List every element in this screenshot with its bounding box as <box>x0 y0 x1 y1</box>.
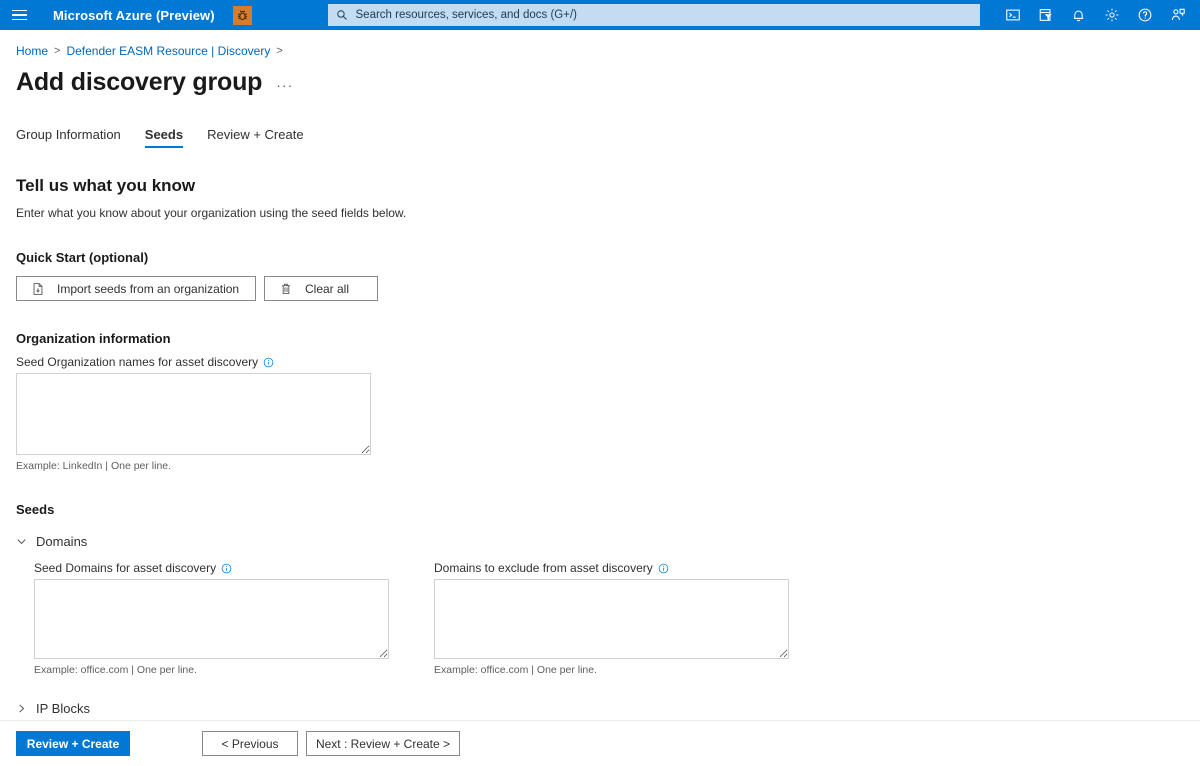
import-document-icon <box>31 282 45 296</box>
seed-organization-label: Seed Organization names for asset discov… <box>16 355 259 369</box>
seed-organization-hint: Example: LinkedIn | One per line. <box>16 460 172 472</box>
feedback-person-icon[interactable] <box>1161 0 1194 30</box>
previous-button[interactable]: < Previous <box>202 731 298 756</box>
import-seeds-label: Import seeds from an organization <box>57 281 240 296</box>
seed-domains-hint: Example: office.com | One per line. <box>34 664 198 676</box>
tab-group-information[interactable]: Group Information <box>16 127 121 148</box>
breadcrumb-item-home[interactable]: Home <box>16 44 48 58</box>
seed-domains-label: Seed Domains for asset discovery <box>34 561 217 575</box>
search-input[interactable] <box>353 8 974 22</box>
bug-icon[interactable] <box>232 5 252 25</box>
azure-top-bar: Microsoft Azure (Preview) <box>0 0 1200 30</box>
info-icon[interactable] <box>221 563 232 574</box>
exclude-domains-label-row: Domains to exclude from asset discovery <box>434 561 789 575</box>
settings-gear-icon[interactable] <box>1095 0 1128 30</box>
organization-information-heading: Organization information <box>16 331 171 346</box>
chevron-down-icon <box>16 536 27 547</box>
review-create-button[interactable]: Review + Create <box>16 731 130 756</box>
main-content: Tell us what you know Enter what you kno… <box>16 176 1184 752</box>
domains-fields-row: Seed Domains for asset discovery Example… <box>34 561 1184 676</box>
seed-domains-textarea[interactable] <box>34 579 389 659</box>
seed-domains-field: Seed Domains for asset discovery Example… <box>34 561 389 676</box>
tab-bar: Group Information Seeds Review + Create <box>16 122 1184 148</box>
accordion-domains-label: Domains <box>36 533 88 549</box>
breadcrumb-separator-trailing: > <box>276 45 283 57</box>
search-icon <box>334 9 350 21</box>
section-heading: Tell us what you know <box>16 176 196 195</box>
accordion-ip-blocks[interactable]: IP Blocks <box>16 698 1184 718</box>
tab-seeds[interactable]: Seeds <box>144 127 184 148</box>
exclude-domains-textarea[interactable] <box>434 579 789 659</box>
next-button[interactable]: Next : Review + Create > <box>306 731 460 756</box>
exclude-domains-label: Domains to exclude from asset discovery <box>434 561 653 575</box>
seeds-heading: Seeds <box>16 502 55 517</box>
import-seeds-button[interactable]: Import seeds from an organization <box>16 276 256 301</box>
help-question-icon[interactable] <box>1128 0 1161 30</box>
directory-filter-icon[interactable] <box>1029 0 1062 30</box>
cloud-shell-icon[interactable] <box>996 0 1029 30</box>
quick-start-buttons: Import seeds from an organization Clear … <box>16 276 1184 301</box>
exclude-domains-hint: Example: office.com | One per line. <box>434 664 598 676</box>
chevron-right-icon <box>16 703 27 714</box>
page-title: Add discovery group <box>16 68 263 96</box>
info-icon[interactable] <box>263 357 274 368</box>
breadcrumb-separator: > <box>54 45 61 57</box>
hamburger-menu-icon[interactable] <box>0 0 38 30</box>
tab-review-create[interactable]: Review + Create <box>207 127 303 148</box>
breadcrumb-item-resource[interactable]: Defender EASM Resource | Discovery <box>66 44 270 58</box>
accordion-ip-blocks-label: IP Blocks <box>36 700 90 716</box>
section-subheading: Enter what you know about your organizat… <box>16 206 407 220</box>
accordion-domains[interactable]: Domains <box>16 531 1184 551</box>
notifications-bell-icon[interactable] <box>1062 0 1095 30</box>
quick-start-heading: Quick Start (optional) <box>16 250 149 265</box>
global-search-bar[interactable] <box>328 4 980 26</box>
breadcrumb: Home > Defender EASM Resource | Discover… <box>16 42 1184 60</box>
title-row: Add discovery group ··· <box>16 68 1184 97</box>
trash-icon <box>279 282 293 296</box>
info-icon[interactable] <box>658 563 669 574</box>
more-options-icon[interactable]: ··· <box>276 77 293 93</box>
azure-brand-title[interactable]: Microsoft Azure (Preview) <box>53 8 215 23</box>
page-container: Home > Defender EASM Resource | Discover… <box>0 42 1200 752</box>
wizard-footer: Review + Create < Previous Next : Review… <box>0 720 1200 766</box>
seed-organization-label-row: Seed Organization names for asset discov… <box>16 355 1184 369</box>
seed-domains-label-row: Seed Domains for asset discovery <box>34 561 389 575</box>
clear-all-label: Clear all <box>305 281 350 296</box>
seed-organization-textarea[interactable] <box>16 373 371 455</box>
clear-all-button[interactable]: Clear all <box>264 276 378 301</box>
exclude-domains-field: Domains to exclude from asset discovery … <box>434 561 789 676</box>
top-bar-icon-group <box>996 0 1194 30</box>
